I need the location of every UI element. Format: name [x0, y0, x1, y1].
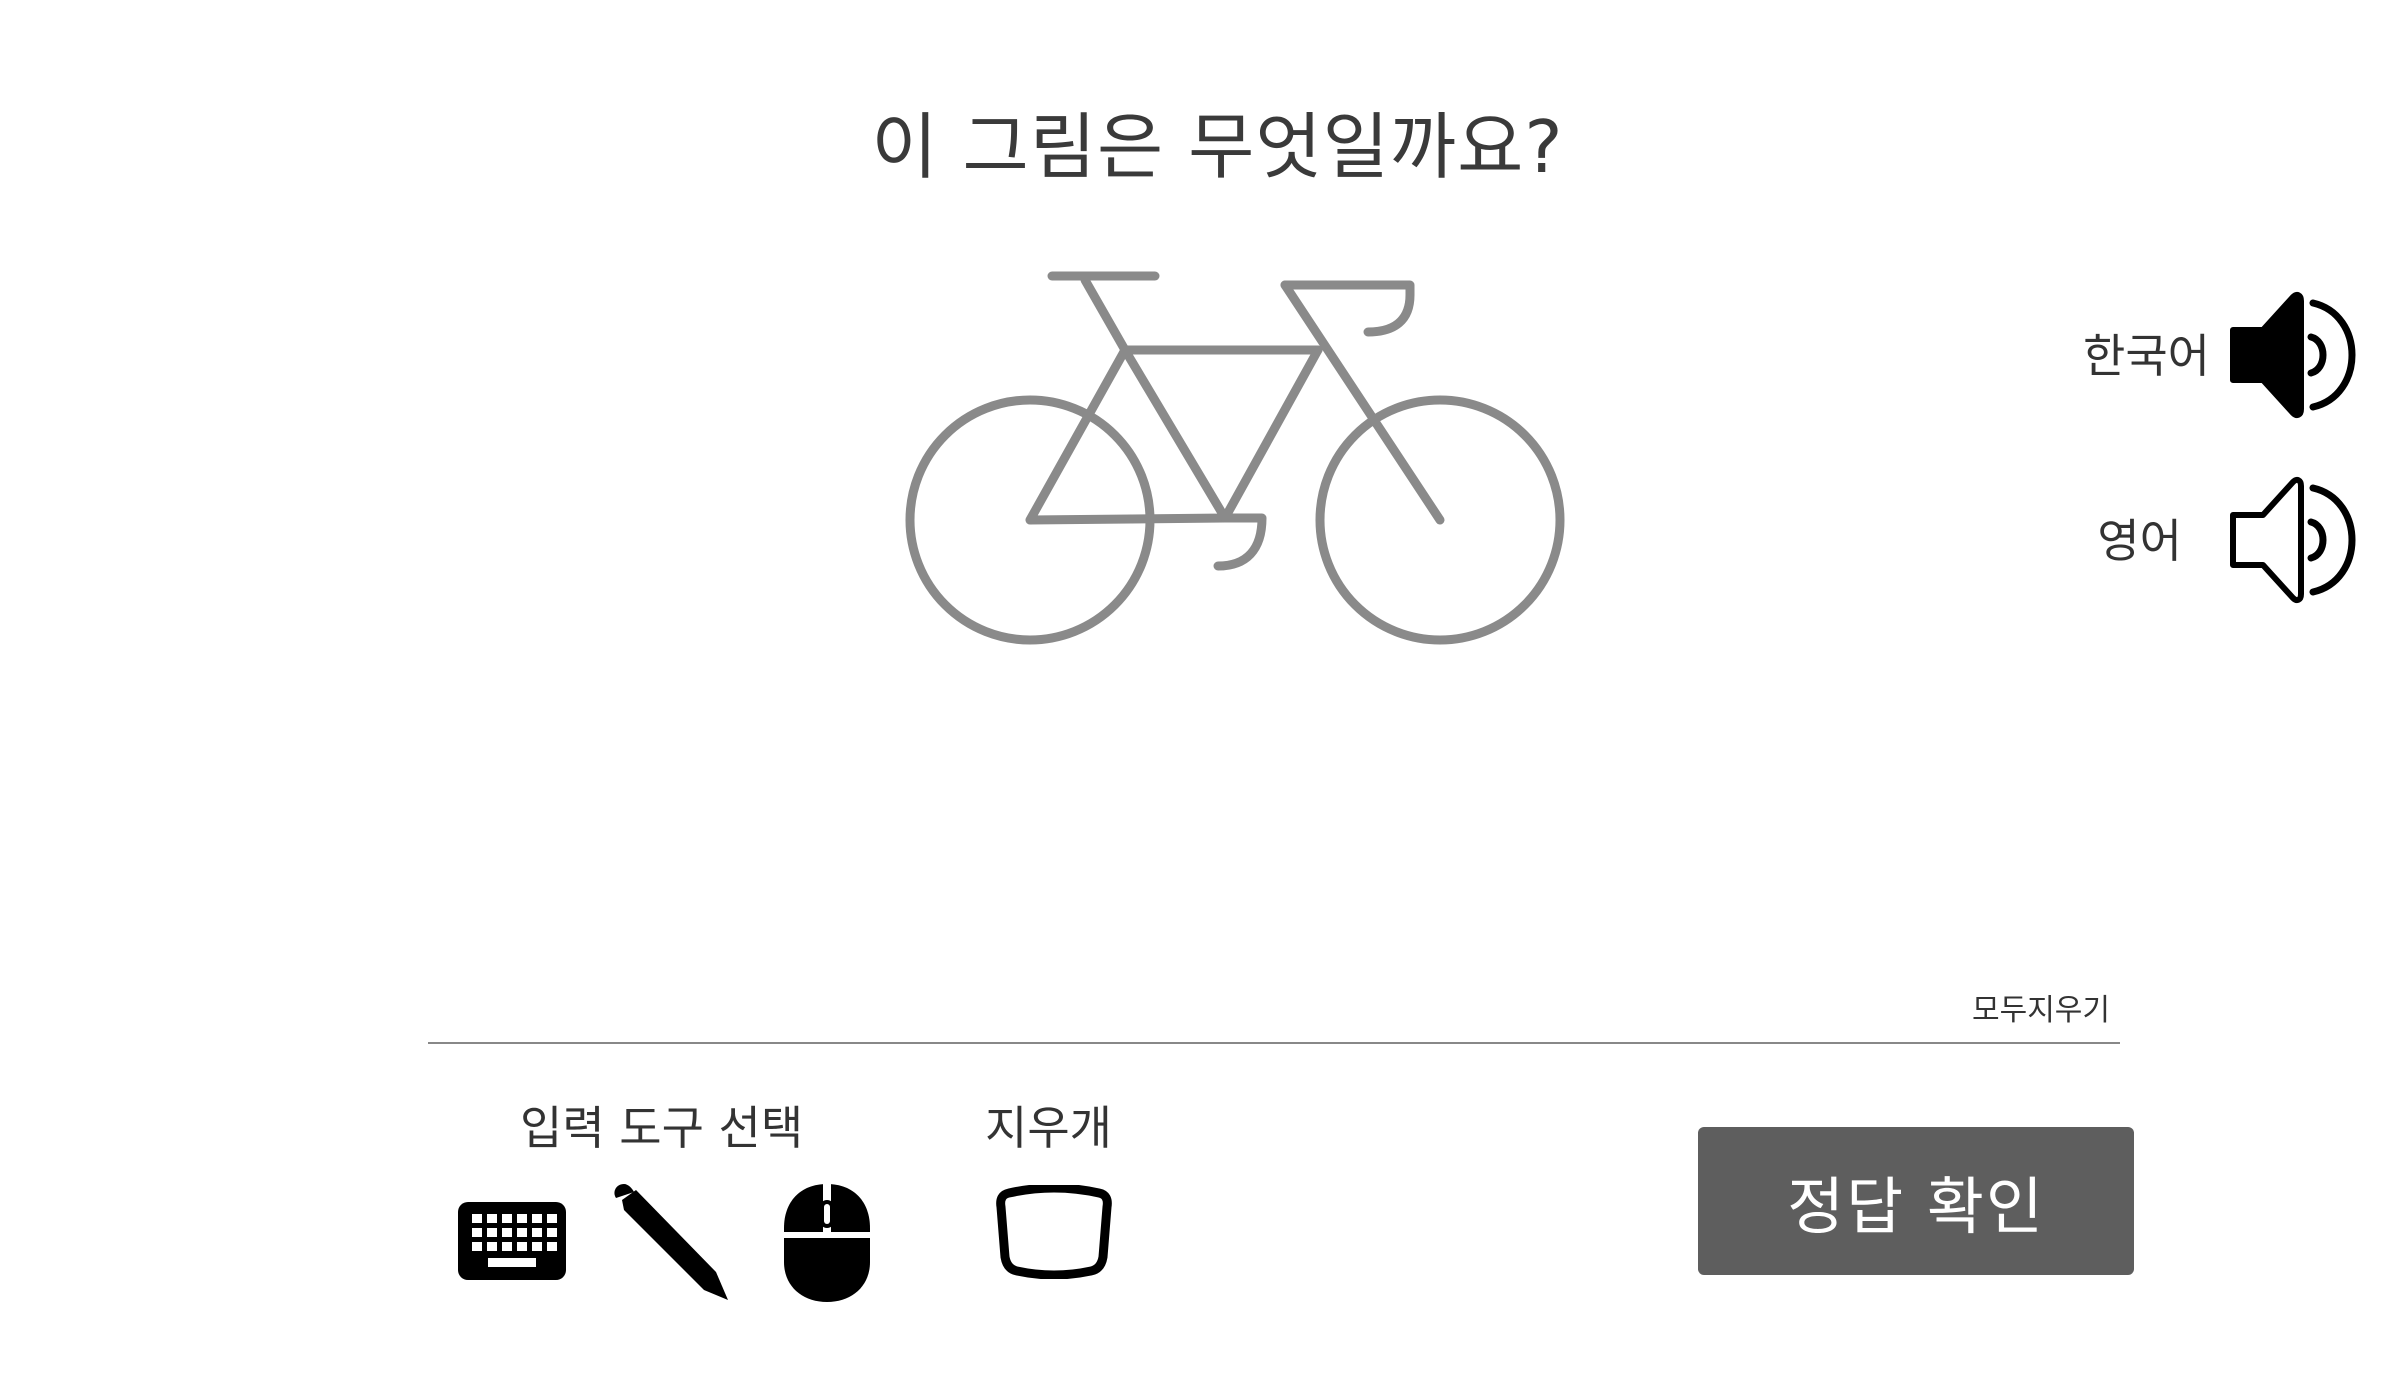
answer-divider: [428, 1042, 2120, 1044]
korean-audio-label: 한국어: [2083, 329, 2210, 383]
speaker-filled-icon[interactable]: [2225, 285, 2365, 425]
eraser-label: 지우개: [985, 1101, 1112, 1155]
pen-icon[interactable]: [608, 1178, 732, 1302]
input-tool-label: 입력 도구 선택: [520, 1101, 804, 1155]
mouse-icon[interactable]: [780, 1180, 874, 1306]
eraser-icon[interactable]: [995, 1185, 1113, 1279]
clear-all-button[interactable]: 모두지우기: [1950, 985, 2110, 1029]
bicycle-icon: [905, 271, 1565, 645]
english-audio-label: 영어: [2097, 514, 2182, 568]
speaker-outline-icon[interactable]: [2225, 470, 2365, 610]
question-title: 이 그림은 무엇일까요?: [871, 105, 1564, 189]
keyboard-icon[interactable]: [456, 1200, 568, 1282]
submit-answer-button[interactable]: 정답 확인: [1698, 1127, 2134, 1275]
